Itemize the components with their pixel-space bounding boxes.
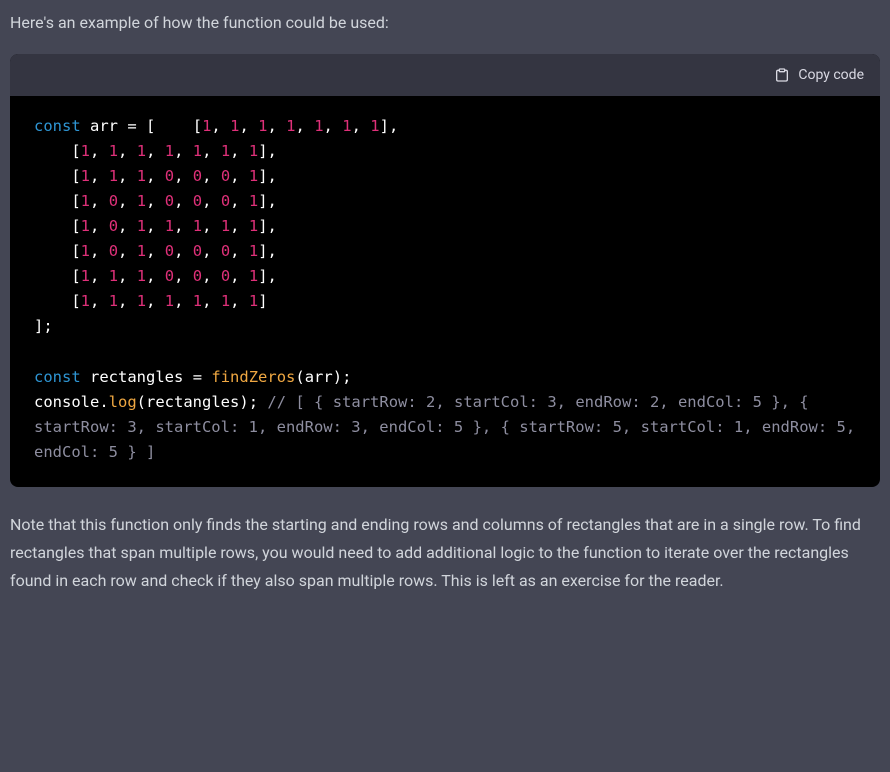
code-content: const arr = [ [1, 1, 1, 1, 1, 1, 1], [1,…	[10, 96, 880, 488]
copy-code-button[interactable]: Copy code	[774, 67, 864, 83]
clipboard-icon	[774, 67, 790, 83]
intro-paragraph: Here's an example of how the function co…	[10, 10, 880, 36]
code-block: Copy code const arr = [ [1, 1, 1, 1, 1, …	[10, 54, 880, 488]
code-header: Copy code	[10, 54, 880, 96]
note-paragraph: Note that this function only finds the s…	[10, 511, 880, 595]
copy-code-label: Copy code	[798, 67, 864, 83]
